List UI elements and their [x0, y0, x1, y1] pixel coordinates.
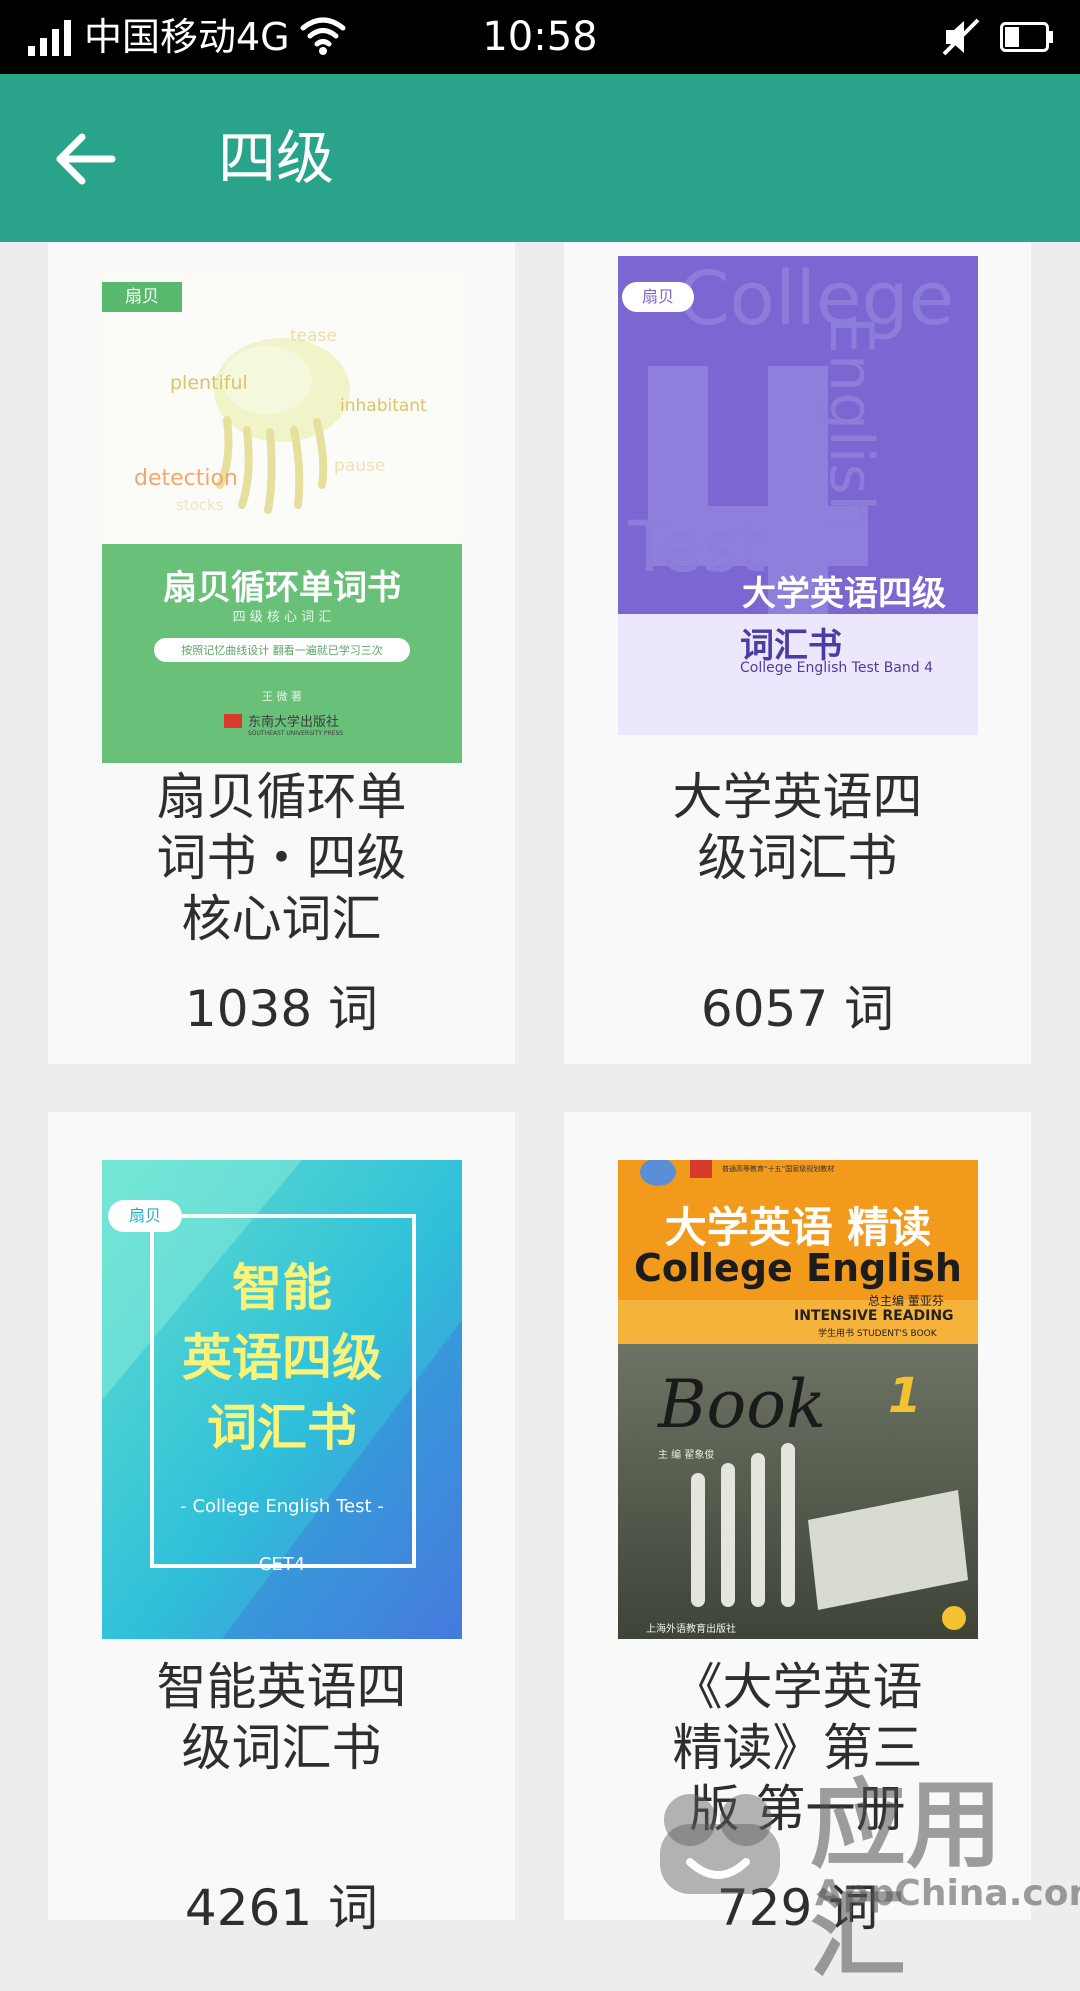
- cover-features: 按照记忆曲线设计 翻看一遍就已学习三次: [181, 644, 383, 657]
- cover-subtitle: - College English Test -: [180, 1496, 384, 1517]
- cover-brand: 扇贝: [108, 1200, 182, 1232]
- clock: 10:58: [482, 14, 598, 60]
- book-title: 智能英语四 级词汇书: [48, 1657, 515, 1779]
- battery-icon: [1000, 22, 1053, 52]
- cover-word: pause: [334, 456, 386, 476]
- cover-line2: 英语四级: [182, 1329, 382, 1387]
- book-cover: 扇贝 tease plentiful inhabitant detection …: [102, 270, 462, 763]
- cover-word: inhabitant: [340, 396, 427, 416]
- cover-word: detection: [134, 466, 238, 491]
- title-line: 词书・四级: [156, 829, 407, 887]
- cover-title-line1: 大学英语四级: [742, 574, 946, 614]
- cover-edition: 学生用书 STUDENT'S BOOK: [818, 1329, 937, 1339]
- cover-brand: 扇贝: [102, 282, 182, 312]
- cover-word: plentiful: [170, 372, 248, 394]
- book-title: 扇贝循环单 词书・四级 核心词汇: [48, 767, 515, 950]
- book-card-shanbay-core[interactable]: 扇贝 tease plentiful inhabitant detection …: [48, 242, 515, 1064]
- cover-publisher-en: SOUTHEAST UNIVERSITY PRESS: [248, 730, 344, 737]
- word-count: 6057 词: [700, 980, 895, 1038]
- cover-subtitle: 四 级 核 心 词 汇: [232, 610, 332, 625]
- book-cover: 普通高等教育“十五”国家级规划教材 大学英语 精读 College Englis…: [618, 1160, 978, 1639]
- book-card-smart-cet4[interactable]: 扇贝 智能 英语四级 词汇书 - College English Test - …: [48, 1112, 515, 1937]
- cover-line3: 词汇书: [207, 1399, 357, 1457]
- cover-series: INTENSIVE READING: [794, 1308, 954, 1324]
- book-card-college-english-intensive[interactable]: 普通高等教育“十五”国家级规划教材 大学英语 精读 College Englis…: [564, 1112, 1031, 1937]
- cover-title-en: College English: [634, 1246, 962, 1290]
- cover-top-note: 普通高等教育“十五”国家级规划教材: [722, 1165, 835, 1173]
- cover-chief-editor: 总主编 董亚芬: [868, 1294, 944, 1308]
- cover-line1: 智能: [232, 1259, 332, 1317]
- title-line: 扇贝循环单: [156, 768, 407, 826]
- book-card-cet4-vocab[interactable]: College English Test 扇贝 大学英语四级 词汇书 Colle…: [564, 242, 1031, 1064]
- cover-publisher: 东南大学出版社: [248, 715, 340, 730]
- book-title: 大学英语四 级词汇书: [564, 767, 1031, 889]
- cover-title: 扇贝循环单词书: [163, 568, 401, 608]
- cover-bg-text: English: [816, 316, 886, 533]
- status-bar: 中国移动4G 10:58: [0, 0, 1080, 74]
- title-line: 大学英语四: [672, 768, 923, 826]
- cover-editor: 主 编 翟象俊: [658, 1450, 715, 1461]
- mute-icon: [942, 18, 980, 56]
- cover-book-text: Book: [658, 1366, 826, 1443]
- page-title: 四级: [218, 124, 335, 192]
- cover-tag: CET4: [258, 1554, 306, 1575]
- app-bar: 四级: [0, 74, 1080, 242]
- word-count: 1038 词: [184, 980, 379, 1038]
- title-line: 级词汇书: [181, 1719, 382, 1777]
- word-count: 729 词: [716, 1879, 879, 1937]
- title-line: 智能英语四: [156, 1658, 407, 1716]
- cover-author: 王 微 著: [262, 690, 302, 703]
- title-line: 级词汇书: [697, 829, 898, 887]
- cover-publisher: 上海外语教育出版社: [646, 1624, 736, 1635]
- cover-brand: 扇贝: [622, 282, 694, 312]
- cover-word: stocks: [176, 496, 224, 514]
- cover-book-number: 1: [888, 1368, 922, 1424]
- title-line: 版 第一册: [689, 1780, 906, 1838]
- book-cover: College English Test 扇贝 大学英语四级 词汇书 Colle…: [618, 256, 978, 735]
- back-arrow-icon[interactable]: [50, 124, 120, 194]
- title-line: 精读》第三: [672, 1719, 923, 1777]
- cover-word: tease: [290, 326, 337, 346]
- title-line: 《大学英语: [672, 1658, 923, 1716]
- word-count: 4261 词: [184, 1879, 379, 1937]
- book-cover: 扇贝 智能 英语四级 词汇书 - College English Test - …: [102, 1160, 462, 1639]
- book-title: 《大学英语 精读》第三 版 第一册: [564, 1657, 1031, 1840]
- title-line: 核心词汇: [181, 890, 382, 948]
- cover-subtitle: College English Test Band 4: [740, 660, 934, 676]
